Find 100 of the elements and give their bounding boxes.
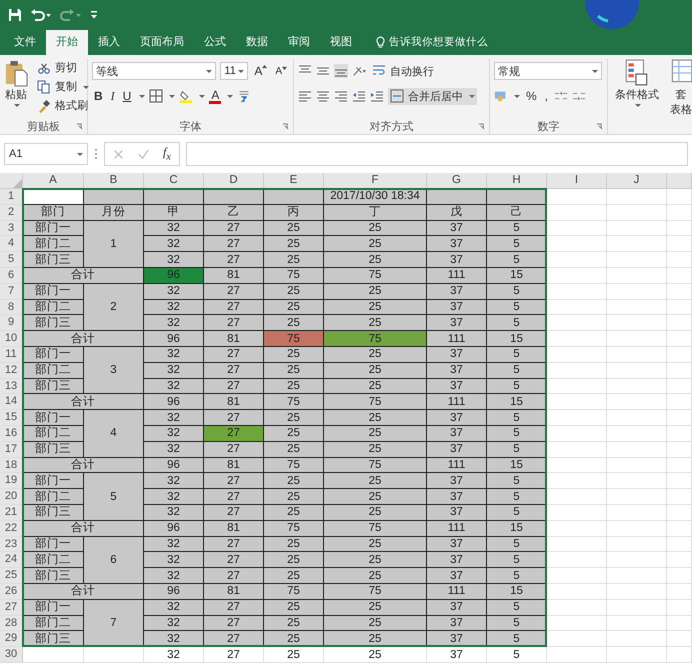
row-header[interactable]: 27 [0,600,23,616]
row-header[interactable]: 6 [0,268,23,284]
column-header[interactable]: G [427,173,487,189]
row-header[interactable]: 25 [0,568,23,584]
name-box[interactable]: A1 [4,143,88,165]
row-header[interactable]: 20 [0,489,23,505]
ribbon-tab[interactable]: 文件 [4,30,46,55]
currency-icon[interactable] [494,89,508,103]
row-header[interactable]: 2 [0,204,23,221]
row-header[interactable]: 11 [0,346,23,363]
row-header[interactable]: 4 [0,236,23,252]
row-header[interactable]: 17 [0,442,23,458]
increase-indent-icon[interactable] [370,89,384,103]
row-header[interactable]: 10 [0,331,23,347]
row-header[interactable]: 1 [0,189,23,205]
save-icon[interactable] [8,8,22,22]
caret-icon[interactable] [169,93,176,99]
column-header[interactable]: J [607,173,667,189]
caret-icon[interactable] [139,93,146,99]
row-header[interactable]: 7 [0,284,23,300]
font-size-dropdown[interactable]: 11 [220,62,248,80]
tell-me-search[interactable]: 告诉我你想要做什么 [362,30,488,55]
row-header[interactable]: 3 [0,220,23,236]
column-header[interactable]: F [324,173,427,189]
format-as-table-button[interactable]: 套 表格 [665,59,692,134]
percent-button[interactable]: % [524,89,539,103]
number-format-dropdown[interactable]: 常规 [494,62,602,80]
comma-button[interactable]: , [542,89,550,103]
ribbon-tab[interactable]: 公式 [194,30,236,55]
cut-button[interactable]: 剪切 [35,59,91,76]
formula-input[interactable] [186,142,688,166]
dialog-launcher-icon[interactable] [478,122,485,130]
orientation-icon[interactable] [352,64,366,78]
merge-center-button[interactable]: 合并后居中 [388,88,477,104]
paste-button[interactable]: 粘贴 [4,59,28,118]
column-header[interactable]: E [264,173,324,189]
row-header[interactable]: 30 [0,647,23,663]
format-painter-button[interactable]: 格式刷 [35,97,91,114]
column-header[interactable] [667,173,692,189]
column-header[interactable]: C [144,173,204,189]
row-header[interactable]: 8 [0,300,23,316]
row-header[interactable]: 14 [0,394,23,410]
font-color-button[interactable]: A [209,88,222,104]
row-header[interactable]: 28 [0,616,23,632]
row-header[interactable]: 12 [0,362,23,379]
borders-icon[interactable] [149,89,164,103]
conditional-formatting-button[interactable]: 条件格式 [612,59,662,134]
copy-button[interactable]: 复制 [35,78,91,95]
row-header[interactable]: 22 [0,520,23,537]
caret-icon[interactable] [227,93,234,99]
column-header[interactable]: H [487,173,547,189]
row-header[interactable]: 19 [0,473,23,490]
row-header[interactable]: 15 [0,410,23,426]
fill-color-icon[interactable] [179,89,194,103]
row-header[interactable]: 9 [0,315,23,332]
row-header[interactable]: 26 [0,584,23,600]
italic-button[interactable]: I [108,88,117,104]
active-cell[interactable] [23,189,84,205]
row-header[interactable]: 18 [0,458,23,474]
insert-function-button[interactable]: f$_{x}$ [163,145,171,163]
align-right-icon[interactable] [334,89,348,103]
row-header[interactable]: 23 [0,536,23,552]
row-header[interactable]: 29 [0,631,23,648]
caret-icon[interactable] [199,93,206,99]
dialog-launcher-icon[interactable] [596,122,603,130]
shrink-font-button[interactable]: A [273,66,289,76]
phonetic-guide-icon[interactable] [237,89,252,103]
table-cell: 27 [204,220,264,236]
ribbon-tab[interactable]: 页面布局 [130,30,194,55]
cancel-icon[interactable] [113,148,124,160]
table-cell: 27 [204,315,264,332]
bold-button[interactable]: B [92,89,105,103]
row-header[interactable]: 16 [0,426,23,442]
ribbon-tab[interactable]: 视图 [320,30,362,55]
bottom-align-icon[interactable] [334,64,348,78]
row-header[interactable]: 13 [0,378,23,394]
font-name-dropdown[interactable]: 等线 [92,62,216,80]
ribbon-tab[interactable]: 开始 [46,30,88,55]
decrease-indent-icon[interactable] [352,89,366,103]
enter-icon[interactable] [138,148,149,160]
align-left-icon[interactable] [298,89,312,103]
undo-icon[interactable] [30,8,52,22]
wrap-text-button[interactable]: 自动换行 [370,62,436,80]
column-header[interactable]: A [23,173,84,189]
ribbon-tab[interactable]: 插入 [88,30,130,55]
dialog-launcher-icon[interactable] [282,122,289,130]
align-center-icon[interactable] [316,89,330,103]
column-header[interactable]: B [84,173,144,189]
dialog-launcher-icon[interactable] [76,122,83,130]
row-header[interactable]: 5 [0,252,23,268]
caret-icon[interactable] [514,93,520,99]
column-header[interactable]: D [204,173,264,189]
column-header[interactable]: I [547,173,607,189]
customize-caret-icon[interactable] [90,10,98,20]
underline-button[interactable]: U [120,89,134,103]
ribbon-tab[interactable]: 数据 [236,30,278,55]
grow-font-button[interactable]: A [252,64,270,78]
ribbon-tab[interactable]: 审阅 [278,30,320,55]
row-header[interactable]: 24 [0,552,23,568]
row-header[interactable]: 21 [0,504,23,521]
